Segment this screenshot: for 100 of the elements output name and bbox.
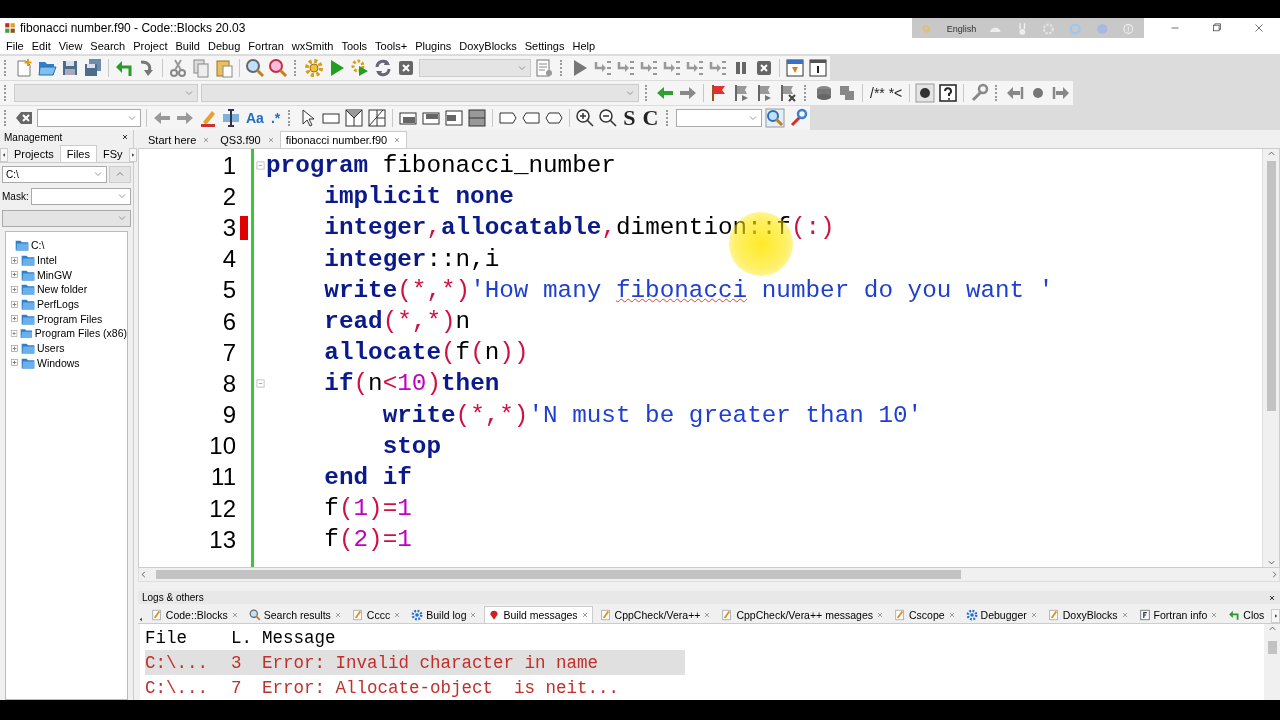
new-file-icon[interactable] — [14, 58, 34, 78]
table-row[interactable]: C:\... 7 Error: Allocate-object is neit... — [145, 675, 685, 700]
tab[interactable]: Files — [59, 145, 97, 162]
expand-icon[interactable] — [10, 343, 19, 353]
step-icon[interactable] — [639, 58, 659, 78]
scrollbar-thumb[interactable] — [1267, 641, 1277, 654]
menu-item[interactable]: DoxyBlocks — [455, 40, 521, 52]
language-label[interactable]: English — [946, 24, 977, 34]
save-icon[interactable] — [60, 58, 80, 78]
menu-item[interactable]: Fortran — [244, 40, 288, 52]
copy-icon[interactable] — [191, 58, 211, 78]
search-icon[interactable] — [245, 58, 265, 78]
comment-button[interactable]: /** *< — [868, 85, 905, 101]
editor-tab[interactable]: fibonacci number.f90 — [279, 131, 408, 148]
letter-button[interactable]: S — [621, 107, 638, 129]
stack-icon[interactable] — [814, 83, 834, 103]
dropdown-field[interactable] — [419, 59, 531, 77]
block-icon[interactable] — [837, 83, 857, 103]
letter-button[interactable]: C — [640, 107, 661, 129]
expand-icon[interactable] — [10, 284, 19, 294]
log-tab[interactable]: Build log — [408, 607, 481, 623]
pencil-icon[interactable] — [198, 108, 218, 128]
tree-item[interactable]: Intel — [37, 254, 57, 267]
menu-item[interactable]: File — [2, 40, 28, 52]
scrollbar-thumb[interactable] — [156, 570, 961, 579]
menu-item[interactable]: Help — [568, 40, 600, 52]
tree-item[interactable]: MinGW — [37, 268, 72, 281]
window-icon[interactable] — [785, 58, 805, 78]
step-icon[interactable] — [708, 58, 728, 78]
shape-icon[interactable] — [444, 108, 465, 128]
up-caret-icon[interactable] — [1267, 624, 1277, 633]
save-all-icon[interactable] — [83, 58, 103, 78]
scissors-icon[interactable] — [168, 58, 188, 78]
expand-icon[interactable] — [10, 299, 19, 309]
log-tab[interactable]: Search results — [245, 607, 345, 623]
menu-item[interactable]: Search — [86, 40, 130, 52]
wrench-icon[interactable] — [788, 108, 809, 128]
document-icon[interactable] — [534, 58, 554, 78]
expand-icon[interactable] — [10, 270, 19, 280]
tree-item[interactable]: Users — [37, 342, 65, 355]
log-tab[interactable]: Build messages — [484, 606, 593, 623]
menu-item[interactable]: Plugins — [411, 40, 456, 52]
fold-icon[interactable] — [255, 161, 265, 171]
log-tab[interactable]: Debugger — [962, 607, 1041, 623]
tree-item[interactable]: Program Files (x86) — [34, 327, 127, 340]
menu-item[interactable]: Tools — [337, 40, 372, 52]
shape-icon[interactable] — [344, 108, 365, 128]
log-tab[interactable]: CppCheck/Vera++ — [596, 607, 715, 623]
fold-icon[interactable] — [255, 379, 265, 389]
log-tab[interactable]: Cscope — [891, 607, 959, 623]
search-icon[interactable] — [765, 108, 786, 128]
close-icon[interactable] — [121, 133, 129, 141]
path-field[interactable]: C:\ — [2, 165, 107, 183]
expand-icon[interactable] — [10, 328, 19, 338]
dropdown-field[interactable] — [37, 109, 141, 127]
scroll-right-button[interactable] — [1271, 609, 1280, 623]
step-icon[interactable] — [662, 58, 682, 78]
editor-tab[interactable]: QS3.f90 — [215, 132, 280, 148]
bookmark-icon[interactable] — [778, 83, 798, 103]
column-header[interactable]: File — [145, 627, 231, 648]
zoom-in-icon[interactable] — [575, 108, 596, 128]
left-arrow-icon[interactable] — [138, 616, 144, 623]
tree-item[interactable]: New folder — [37, 283, 88, 296]
mask-field[interactable] — [30, 187, 131, 205]
log-tab[interactable]: Cccc — [348, 607, 405, 623]
menu-item[interactable]: Edit — [27, 40, 55, 52]
step-icon[interactable] — [593, 58, 613, 78]
tab[interactable]: FSy — [97, 146, 129, 162]
menu-item[interactable]: Build — [171, 40, 204, 52]
menu-item[interactable]: Tools+ — [371, 40, 412, 52]
log-tab[interactable]: Code::Blocks — [147, 607, 242, 623]
expand-icon[interactable] — [10, 358, 19, 368]
vertical-scrollbar[interactable] — [1264, 624, 1280, 700]
scrollbar-thumb[interactable] — [1266, 161, 1276, 411]
dropdown-field[interactable] — [676, 109, 763, 127]
log-tab[interactable]: CppCheck/Vera++ messages — [718, 607, 887, 623]
up-caret-icon[interactable] — [1266, 149, 1276, 158]
vertical-scrollbar[interactable] — [1262, 149, 1279, 567]
scroll-left-button[interactable] — [0, 148, 8, 162]
abort-icon[interactable] — [396, 58, 416, 78]
close-icon[interactable] — [1268, 593, 1276, 602]
editor-tab[interactable]: Start here — [143, 132, 216, 148]
log-tab[interactable]: Clos — [1225, 607, 1268, 623]
tree-item[interactable]: PerfLogs — [37, 298, 80, 311]
step-icon[interactable] — [685, 58, 705, 78]
dropdown-field[interactable] — [2, 209, 131, 227]
right-caret-icon[interactable] — [1270, 570, 1279, 579]
up-button[interactable] — [109, 165, 131, 183]
shape-icon[interactable] — [367, 108, 388, 128]
expand-icon[interactable] — [10, 314, 19, 324]
tree-item[interactable]: Program Files — [37, 312, 103, 325]
zoom-out-icon[interactable] — [598, 108, 619, 128]
gear-play-icon[interactable] — [350, 58, 370, 78]
menu-item[interactable]: wxSmith — [287, 40, 338, 52]
dropdown-field[interactable] — [201, 84, 639, 102]
rebuild-icon[interactable] — [373, 58, 393, 78]
help-icon[interactable] — [938, 83, 959, 103]
menu-item[interactable]: Debug — [203, 40, 245, 52]
stop-icon[interactable] — [754, 58, 774, 78]
tab[interactable]: Projects — [8, 146, 60, 162]
